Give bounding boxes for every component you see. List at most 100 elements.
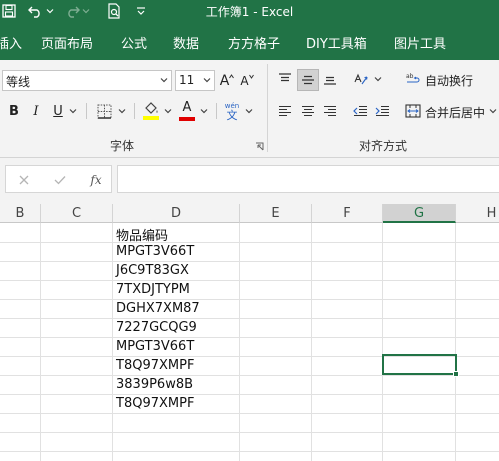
- tab-picture-tools[interactable]: 图片工具: [394, 33, 446, 52]
- confirm-icon[interactable]: [52, 172, 68, 188]
- increase-indent-icon: [375, 105, 389, 117]
- tab-insert[interactable]: 插入: [0, 33, 22, 52]
- cell-d[interactable]: 7227GCQG9: [116, 320, 197, 335]
- orientation-button[interactable]: [350, 69, 372, 89]
- wrap-text-icon[interactable]: ab: [405, 70, 423, 88]
- gridline: [239, 223, 240, 461]
- column-header-b[interactable]: B: [0, 204, 41, 223]
- font-group-label: 字体: [110, 139, 135, 153]
- cancel-icon[interactable]: [16, 172, 32, 188]
- divider: [86, 103, 87, 119]
- cell-d[interactable]: DGHX7XM87: [116, 301, 200, 316]
- column-header-f[interactable]: F: [312, 204, 383, 223]
- paint-bucket-icon: [145, 102, 158, 114]
- formula-buttons: fx: [5, 165, 112, 193]
- column-header-d[interactable]: D: [113, 204, 240, 223]
- column-header-g[interactable]: G: [383, 204, 456, 223]
- decrease-indent-button[interactable]: [350, 101, 370, 121]
- borders-button[interactable]: [93, 101, 115, 121]
- borders-icon: [97, 104, 111, 119]
- grow-font-button[interactable]: A: [218, 71, 236, 90]
- font-name-value: 等线: [6, 75, 31, 89]
- gridline: [0, 394, 499, 395]
- fill-handle[interactable]: [453, 371, 459, 377]
- phonetic-guide-button[interactable]: wén 文: [221, 100, 243, 124]
- wrap-text-button[interactable]: 自动换行: [425, 72, 473, 89]
- decrease-indent-icon: [352, 105, 367, 117]
- gridline: [0, 432, 499, 433]
- chevron-down-icon: [489, 109, 497, 114]
- formula-input[interactable]: [117, 165, 499, 193]
- merge-center-button[interactable]: 合并后居中: [425, 104, 485, 121]
- active-cell-g[interactable]: [382, 354, 459, 377]
- cell-d[interactable]: T8Q97XMPF: [116, 396, 194, 411]
- fill-color-dropdown[interactable]: [162, 101, 174, 121]
- window-title: 工作簿1 - Excel: [205, 5, 294, 19]
- chevron-down-icon: [203, 78, 211, 83]
- tab-formulas[interactable]: 公式: [121, 33, 147, 52]
- shrink-font-button[interactable]: A: [238, 71, 256, 90]
- column-header-e[interactable]: E: [240, 204, 312, 223]
- gridline: [0, 280, 499, 281]
- tab-page-layout[interactable]: 页面布局: [41, 33, 93, 52]
- worksheet-grid[interactable]: B C D E F G H 物品编码 MPGT3V66T J6C9T83GX 7…: [0, 204, 499, 461]
- font-dialog-launcher[interactable]: [253, 140, 265, 152]
- underline-dropdown[interactable]: [67, 101, 79, 121]
- column-header-h[interactable]: H: [456, 204, 499, 223]
- align-bottom-icon: [324, 76, 336, 85]
- shrink-font-label: A: [240, 73, 249, 88]
- cell-d[interactable]: 7TXDJTYPM: [116, 282, 190, 297]
- orientation-dropdown[interactable]: [372, 69, 384, 89]
- font-color-dropdown[interactable]: [198, 101, 210, 121]
- svg-text:ab: ab: [406, 73, 414, 80]
- ribbon-tabs: 插入 页面布局 公式 数据 方方格子 DIY工具箱 图片工具: [0, 22, 499, 60]
- merge-center-icon[interactable]: [404, 102, 422, 120]
- align-left-button[interactable]: [275, 101, 295, 121]
- cell-d[interactable]: MPGT3V66T: [116, 339, 194, 354]
- merge-center-dropdown[interactable]: [487, 102, 499, 120]
- align-top-button[interactable]: [275, 69, 295, 89]
- align-center-button[interactable]: [297, 101, 319, 121]
- phonetic-dropdown[interactable]: [243, 101, 255, 121]
- underline-button[interactable]: U: [48, 101, 68, 121]
- cell-d[interactable]: T8Q97XMPF: [116, 358, 194, 373]
- borders-dropdown[interactable]: [116, 101, 128, 121]
- font-color-swatch: [179, 117, 195, 121]
- font-size-select[interactable]: 11: [175, 70, 215, 91]
- gridline: [0, 337, 499, 338]
- chevron-down-icon: [245, 109, 253, 114]
- fill-color-button[interactable]: [140, 100, 162, 122]
- align-right-button[interactable]: [320, 101, 340, 121]
- align-middle-button[interactable]: [297, 69, 319, 91]
- tab-data[interactable]: 数据: [173, 33, 199, 52]
- cell-d-header[interactable]: 物品编码: [116, 225, 168, 244]
- cell-d[interactable]: J6C9T83GX: [116, 263, 189, 278]
- gridline: [0, 318, 499, 319]
- italic-button[interactable]: I: [26, 101, 46, 121]
- chevron-down-icon: [374, 77, 382, 82]
- tab-diy-toolbox[interactable]: DIY工具箱: [306, 33, 367, 52]
- grow-font-label: A: [219, 72, 230, 89]
- align-bottom-button[interactable]: [320, 69, 340, 89]
- chevron-down-icon: [69, 109, 77, 114]
- gridline: [311, 223, 312, 461]
- gridline: [0, 413, 499, 414]
- tab-fangfang-gezi[interactable]: 方方格子: [228, 33, 280, 52]
- increase-indent-button[interactable]: [372, 101, 392, 121]
- caret-down-icon: [248, 74, 254, 79]
- dialog-launcher-icon: [255, 142, 263, 150]
- ribbon-home: 等线 11 A A B I U A wén 文 字体 ab 自动换行 合并后居中…: [0, 60, 499, 158]
- column-header-c[interactable]: C: [41, 204, 113, 223]
- bold-button[interactable]: B: [4, 101, 24, 121]
- font-color-button[interactable]: A: [177, 100, 197, 122]
- divider: [134, 103, 135, 119]
- cell-d[interactable]: 3839P6w8B: [116, 377, 193, 392]
- gridline: [382, 223, 383, 461]
- gridline: [0, 261, 499, 262]
- title-bar: 工作簿1 - Excel: [0, 0, 499, 22]
- font-name-select[interactable]: 等线: [2, 70, 172, 91]
- gridline: [0, 375, 499, 376]
- caret-up-icon: [229, 73, 235, 78]
- insert-function-button[interactable]: fx: [86, 171, 106, 189]
- cell-d[interactable]: MPGT3V66T: [116, 244, 194, 259]
